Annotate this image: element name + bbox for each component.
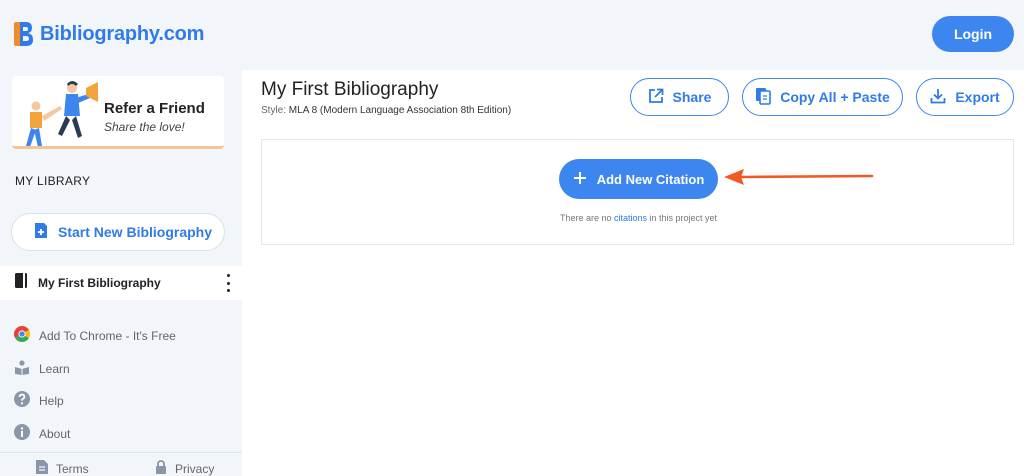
- notebook-icon: [14, 272, 28, 294]
- privacy-label: Privacy: [175, 461, 215, 476]
- empty-state-message: There are no citations in this project y…: [262, 213, 1015, 223]
- annotation-arrow: [724, 169, 874, 185]
- book-reader-icon: [14, 359, 30, 378]
- style-value: MLA 8 (Modern Language Association 8th E…: [288, 105, 512, 116]
- export-label: Export: [955, 89, 1000, 105]
- start-new-bibliography-label: Start New Bibliography: [58, 224, 213, 240]
- bibliography-item-label: My First Bibliography: [38, 276, 161, 290]
- login-button[interactable]: Login: [932, 16, 1014, 52]
- privacy-link[interactable]: Privacy: [155, 460, 214, 476]
- sidebar-footer: Terms Privacy: [0, 452, 242, 476]
- page-title: My First Bibliography: [261, 79, 439, 100]
- citations-panel: Add New Citation There are no citations …: [261, 139, 1014, 245]
- terms-link[interactable]: Terms: [36, 460, 89, 476]
- info-icon: [14, 424, 30, 443]
- top-bar: Bibliography.com Login: [0, 0, 1024, 70]
- refer-friend-illustration: [26, 81, 98, 146]
- share-label: Share: [672, 89, 712, 105]
- promo-title: Refer a Friend: [104, 100, 205, 117]
- more-options-icon[interactable]: [224, 274, 232, 292]
- sidebar-item-add-to-chrome[interactable]: Add To Chrome - It's Free: [13, 326, 176, 345]
- copy-all-paste-button[interactable]: Copy All + Paste: [742, 78, 903, 116]
- sidebar-item-label: Learn: [39, 361, 70, 376]
- sidebar-item-about[interactable]: About: [14, 424, 70, 443]
- sidebar-item-label: Add To Chrome - It's Free: [39, 328, 176, 343]
- add-new-citation-button[interactable]: Add New Citation: [559, 159, 718, 199]
- empty-message-before: There are no: [559, 213, 612, 223]
- sidebar-item-label: About: [39, 426, 71, 441]
- sidebar-item-label: Help: [39, 393, 64, 408]
- sidebar-item-learn[interactable]: Learn: [14, 359, 70, 378]
- terms-label: Terms: [56, 461, 89, 476]
- export-button[interactable]: Export: [916, 78, 1014, 116]
- download-icon: [930, 88, 946, 107]
- chrome-icon: [13, 326, 31, 345]
- plus-icon: [573, 171, 587, 188]
- lock-icon: [155, 460, 167, 476]
- logo-text: Bibliography.com: [40, 22, 205, 45]
- copy-icon: [755, 87, 772, 108]
- logo[interactable]: Bibliography.com: [12, 20, 204, 48]
- question-icon: [14, 391, 30, 410]
- style-prefix: Style:: [261, 105, 287, 116]
- promo-subtitle: Share the love!: [104, 120, 185, 134]
- sidebar-item-help[interactable]: Help: [14, 391, 64, 410]
- empty-message-after: in this project yet: [649, 213, 718, 223]
- bibliography-list-item[interactable]: My First Bibliography: [0, 266, 242, 300]
- copy-all-paste-label: Copy All + Paste: [780, 89, 890, 105]
- citations-link[interactable]: citations: [614, 213, 647, 223]
- start-new-bibliography-button[interactable]: Start New Bibliography: [11, 213, 225, 251]
- sidebar: Refer a Friend Share the love! MY LIBRAR…: [0, 70, 242, 476]
- external-link-icon: [648, 88, 664, 107]
- refer-a-friend-card[interactable]: Refer a Friend Share the love!: [12, 76, 224, 149]
- new-bibliography-icon: [34, 222, 48, 242]
- citation-style-line: Style: MLA 8 (Modern Language Associatio…: [261, 105, 511, 116]
- logo-icon: [12, 20, 34, 48]
- my-library-heading: MY LIBRARY: [15, 174, 91, 188]
- share-button[interactable]: Share: [630, 78, 729, 116]
- add-new-citation-label: Add New Citation: [596, 171, 705, 187]
- document-icon: [36, 460, 48, 476]
